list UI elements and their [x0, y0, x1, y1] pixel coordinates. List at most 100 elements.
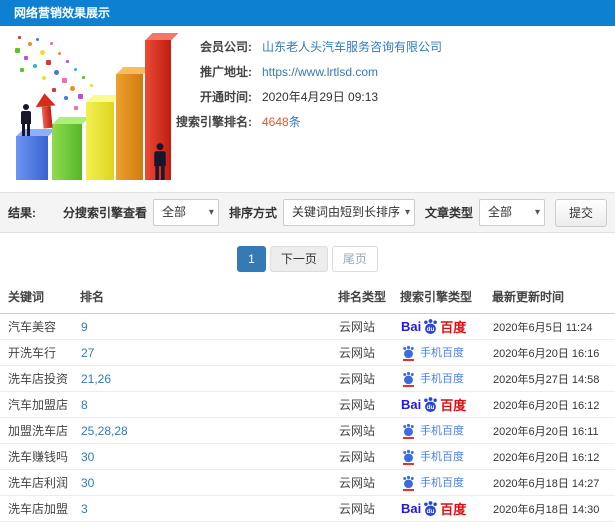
member-info-panel: 会员公司: 山东老人头汽车服务咨询有限公司 推广地址: https://www.… [168, 34, 442, 134]
rank-link[interactable]: 25,28,28 [80, 417, 338, 444]
table-row: 加盟洗车店 25,28,28 云网站 Bai du 百度 手机百度 2020年6… [0, 417, 615, 444]
table-row: 汽车加盟店 8 云网站 Bai du 百度 手机百度 2020年6月20日 16… [0, 391, 615, 418]
ranking-count-number: 4648 [262, 115, 289, 129]
engine-cell: Bai du 百度 手机百度 [400, 313, 492, 340]
rank-type-cell: 云网站 [338, 469, 400, 496]
col-engine-type: 搜索引擎类型 [400, 284, 492, 314]
updated-cell: 2020年5月27日 14:58 [492, 365, 615, 392]
col-updated: 最新更新时间 [492, 284, 615, 314]
updated-cell: 2020年6月18日 14:30 [492, 495, 615, 522]
rank-type-cell: 云网站 [338, 443, 400, 470]
keyword-cell: 洗车店利润 [0, 469, 80, 496]
engine-cell: Bai du 百度 手机百度 [400, 417, 492, 444]
engine-cell: Bai du 百度 手机百度 [400, 443, 492, 470]
col-rank: 排名 [80, 284, 338, 314]
baidu-paw-icon: du [424, 397, 438, 412]
baidu-paw-icon: du [424, 501, 438, 516]
sort-label: 排序方式 [228, 206, 277, 220]
baidu-mobile-icon: 手机百度 [401, 448, 464, 465]
rank-type-cell: 云网站 [338, 495, 400, 522]
marketing-growth-illustration [6, 30, 176, 188]
keyword-cell: 洗车店投资 [0, 365, 80, 392]
rank-link[interactable]: 21,26 [80, 365, 338, 392]
company-name-link[interactable]: 山东老人头汽车服务咨询有限公司 [262, 38, 442, 55]
page-button-current[interactable]: 1 [237, 246, 266, 272]
info-row-company: 会员公司: 山东老人头汽车服务咨询有限公司 [168, 34, 442, 59]
engine-cell: Bai du 百度 手机百度 [400, 365, 492, 392]
updated-cell: 2020年6月18日 14:27 [492, 469, 615, 496]
svg-text:du: du [427, 326, 435, 333]
rank-link[interactable]: 9 [80, 313, 338, 340]
businessman-figure-left [18, 104, 34, 136]
promo-url-link[interactable]: https://www.lrtlsd.com [262, 65, 378, 79]
engine-cell: Bai du 百度 手机百度 [400, 339, 492, 366]
growth-arrow-icon [34, 92, 58, 129]
rank-link[interactable]: 30 [80, 469, 338, 496]
mobile-paw-icon [403, 371, 414, 384]
pagination: 1 下一页 尾页 [0, 246, 615, 272]
page-title: 网络营销效果展示 [14, 6, 111, 20]
rank-type-cell: 云网站 [338, 365, 400, 392]
table-row: 汽车美容 9 云网站 Bai du 百度 手机百度 2020年6月5日 11:2… [0, 313, 615, 340]
svg-text:du: du [427, 404, 435, 411]
baidu-mobile-icon: 手机百度 [401, 344, 464, 361]
updated-cell: 2020年6月20日 16:11 [492, 417, 615, 444]
engine-cell: Bai du 百度 手机百度 [400, 391, 492, 418]
table-row: 洗车赚钱吗 30 云网站 Bai du 百度 手机百度 2020年6月20日 1… [0, 443, 615, 470]
info-row-ranking-count: 搜索引擎排名: 4648条 [168, 109, 442, 134]
results-table: 关键词 排名 排名类型 搜索引擎类型 最新更新时间 汽车美容 9 云网站 Bai… [0, 284, 615, 522]
keyword-cell: 洗车店加盟 [0, 495, 80, 522]
chart-bar-orange [116, 74, 143, 180]
engine-filter-label: 分搜索引擎查看 [62, 206, 147, 220]
header-bar: 网络营销效果展示 [0, 0, 615, 26]
keyword-cell: 汽车美容 [0, 313, 80, 340]
mobile-paw-icon [403, 449, 414, 462]
rank-type-cell: 云网站 [338, 391, 400, 418]
engine-filter-select[interactable]: 全部 [152, 199, 219, 226]
rank-link[interactable]: 3 [80, 495, 338, 522]
baidu-mobile-icon: 手机百度 [401, 422, 464, 439]
baidu-paw-icon: du [424, 319, 438, 334]
keyword-cell: 洗车赚钱吗 [0, 443, 80, 470]
open-time-label: 开通时间: [200, 90, 252, 104]
updated-cell: 2020年6月20日 16:16 [492, 339, 615, 366]
info-row-url: 推广地址: https://www.lrtlsd.com [168, 59, 442, 84]
table-row: 洗车店投资 21,26 云网站 Bai du 百度 手机百度 2020年5月27… [0, 365, 615, 392]
open-time-value: 2020年4月29日 09:13 [262, 90, 379, 104]
engine-cell: Bai du 百度 手机百度 [400, 495, 492, 522]
rank-link[interactable]: 8 [80, 391, 338, 418]
chart-bar-green [52, 124, 82, 180]
info-section: 会员公司: 山东老人头汽车服务咨询有限公司 推广地址: https://www.… [0, 26, 615, 192]
table-row: 开洗车行 27 云网站 Bai du 百度 手机百度 2020年6月20日 16… [0, 339, 615, 366]
chart-bar-blue [16, 136, 48, 180]
table-header-row: 关键词 排名 排名类型 搜索引擎类型 最新更新时间 [0, 284, 615, 314]
promo-url-label: 推广地址: [200, 65, 252, 79]
rank-link[interactable]: 27 [80, 339, 338, 366]
baidu-logo: Bai du 百度 [401, 319, 467, 335]
article-type-label: 文章类型 [424, 206, 473, 220]
page-button-last[interactable]: 尾页 [331, 246, 378, 272]
baidu-mobile-icon: 手机百度 [401, 370, 464, 387]
rank-type-cell: 云网站 [338, 313, 400, 340]
filter-bar: 结果: 分搜索引擎查看 全部 排序方式 关键词由短到长排序 文章类型 全部 提交 [0, 192, 615, 233]
table-row: 洗车店利润 30 云网站 Bai du 百度 手机百度 2020年6月18日 1… [0, 469, 615, 496]
table-row: 洗车店加盟 3 云网站 Bai du 百度 手机百度 2020年6月18日 14… [0, 495, 615, 522]
sort-select[interactable]: 关键词由短到长排序 [282, 199, 415, 226]
keyword-cell: 汽车加盟店 [0, 391, 80, 418]
ranking-count-label: 搜索引擎排名: [176, 115, 252, 129]
baidu-logo: Bai du 百度 [401, 397, 467, 413]
page-button-next[interactable]: 下一页 [269, 246, 328, 272]
col-keyword: 关键词 [0, 284, 80, 314]
article-type-select[interactable]: 全部 [478, 199, 545, 226]
mobile-paw-icon [403, 423, 414, 436]
submit-button[interactable]: 提交 [554, 198, 607, 227]
rank-link[interactable]: 30 [80, 443, 338, 470]
businessman-figure-right [151, 143, 169, 180]
rank-type-cell: 云网站 [338, 417, 400, 444]
updated-cell: 2020年6月20日 16:12 [492, 391, 615, 418]
baidu-mobile-icon: 手机百度 [401, 474, 464, 491]
col-rank-type: 排名类型 [338, 284, 400, 314]
chart-bar-yellow [86, 102, 114, 180]
engine-cell: Bai du 百度 手机百度 [400, 469, 492, 496]
updated-cell: 2020年6月5日 11:24 [492, 313, 615, 340]
